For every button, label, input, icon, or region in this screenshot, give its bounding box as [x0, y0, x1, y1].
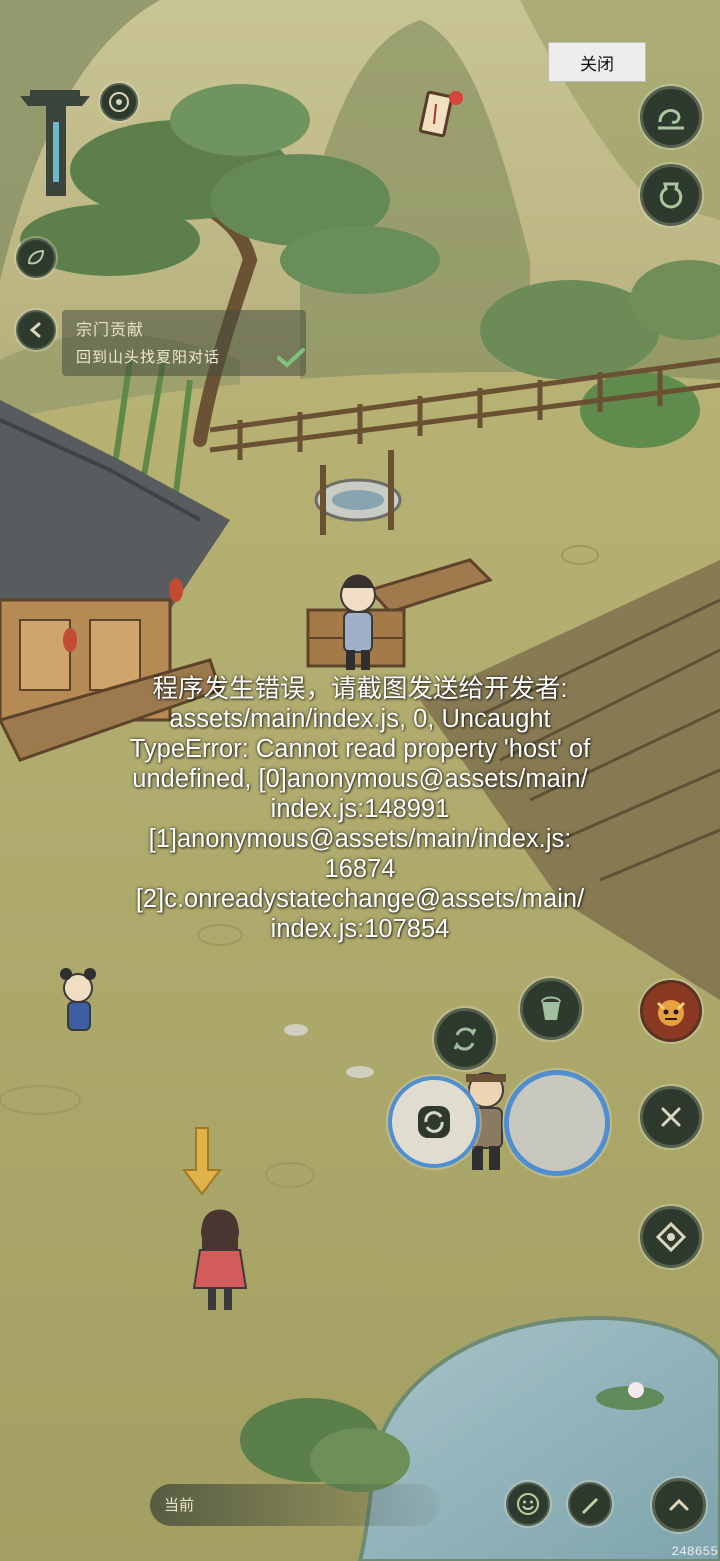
demon-portrait-button[interactable]: [640, 980, 702, 1042]
cycle-action-button[interactable]: [388, 1076, 480, 1168]
leaf-button[interactable]: [16, 238, 56, 278]
compass-icon: [655, 1221, 687, 1253]
quest-tracker[interactable]: 宗门贡献 回到山头找夏阳对话: [62, 310, 306, 376]
close-button[interactable]: 关闭: [548, 42, 646, 82]
notice-scroll-icon[interactable]: [416, 88, 466, 142]
expand-up-button[interactable]: [652, 1478, 706, 1532]
quest-title: 宗门贡献: [76, 320, 145, 339]
bucket-icon: [541, 996, 561, 1020]
brush-button[interactable]: [568, 1482, 612, 1526]
main-action-button[interactable]: [504, 1070, 610, 1176]
emote-button[interactable]: [506, 1482, 550, 1526]
version-text: 248655: [671, 1544, 718, 1559]
bagua-icon[interactable]: [100, 83, 138, 121]
brush-icon: [582, 1498, 598, 1514]
quest-description: 回到山头找夏阳对话: [76, 348, 221, 366]
demon-portrait-icon: [656, 1000, 686, 1026]
location-bar: 当前: [150, 1484, 440, 1526]
emote-icon: [517, 1493, 539, 1515]
back-button[interactable]: [16, 310, 56, 350]
compass-button[interactable]: [640, 1206, 702, 1268]
cancel-x-icon: [661, 1107, 681, 1127]
back-arrow-icon: [29, 322, 41, 338]
check-icon: [277, 348, 305, 368]
sect-gate-icon[interactable]: [16, 82, 94, 198]
refresh-icon: [453, 1027, 477, 1051]
cloud-map-button[interactable]: [640, 86, 702, 148]
jar-button[interactable]: [640, 164, 702, 226]
location-label: 当前: [164, 1496, 195, 1514]
expand-up-icon: [669, 1498, 689, 1511]
cancel-button[interactable]: [640, 1086, 702, 1148]
jar-icon: [659, 182, 683, 209]
error-message: 程序发生错误，请截图发送给开发者: assets/main/index.js, …: [129, 675, 591, 943]
bucket-button[interactable]: [520, 978, 582, 1040]
cloud-map-icon: [658, 108, 684, 130]
refresh-button[interactable]: [434, 1008, 496, 1070]
leaf-icon: [27, 249, 45, 265]
cycle-action-icon: [418, 1106, 450, 1138]
